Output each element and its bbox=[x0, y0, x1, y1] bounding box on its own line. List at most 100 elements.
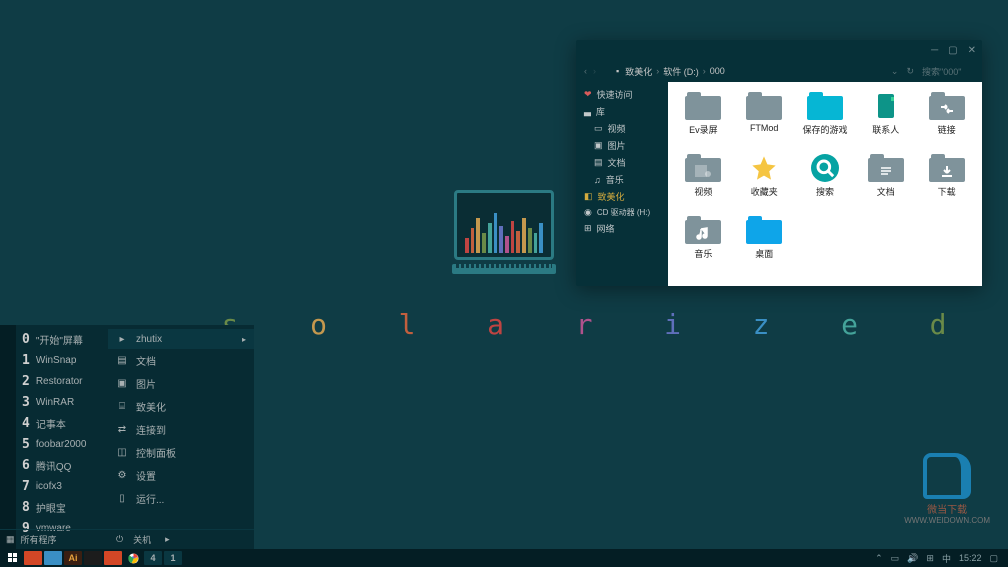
taskbar-num4[interactable]: 4 bbox=[144, 551, 162, 565]
file-item[interactable]: 下载 bbox=[917, 154, 976, 214]
breadcrumb-segment[interactable]: 致美化 bbox=[625, 65, 652, 78]
maximize-icon[interactable]: ▢ bbox=[948, 45, 957, 56]
file-item[interactable]: 音乐 bbox=[674, 216, 733, 276]
tray-notifications-icon[interactable]: ▢ bbox=[989, 553, 998, 564]
grid-icon: ▦ bbox=[6, 534, 15, 545]
item-number-icon: 3 bbox=[22, 395, 30, 410]
sidebar-videos[interactable]: ▭视频 bbox=[576, 120, 668, 137]
start-place-item[interactable]: ▸zhutix▸ bbox=[108, 329, 254, 349]
file-item[interactable]: FTMod bbox=[735, 92, 794, 152]
start-place-item[interactable]: ⚙设置 bbox=[108, 464, 254, 487]
start-recent-item[interactable]: 1WinSnap bbox=[16, 350, 108, 371]
file-explorer-window: ─ ▢ ✕ ‹ › ▪ 致美化›软件 (D:)›000 ⌄ ↻ 搜索"000" … bbox=[576, 40, 982, 286]
item-label: 记事本 bbox=[36, 416, 66, 431]
file-item[interactable]: 链接 bbox=[917, 92, 976, 152]
item-label: "开始"屏幕 bbox=[36, 332, 83, 347]
item-label: Restorator bbox=[36, 376, 83, 387]
tray-volume-icon[interactable]: 🔊 bbox=[907, 553, 918, 564]
file-label: 联系人 bbox=[872, 123, 899, 136]
sidebar-network[interactable]: ⊞网络 bbox=[576, 220, 668, 237]
tray-up-icon[interactable]: ⌃ bbox=[875, 553, 883, 564]
solarized-letter: i bbox=[643, 308, 703, 341]
search-input[interactable]: 搜索"000" bbox=[922, 65, 974, 78]
taskbar-chat[interactable] bbox=[84, 551, 102, 565]
watermark: 微当下载 WWW.WEIDOWN.COM bbox=[904, 453, 990, 525]
sidebar-quick-access[interactable]: ❤快速访问 bbox=[576, 86, 668, 103]
item-number-icon: 2 bbox=[22, 374, 30, 389]
sidebar-music[interactable]: ♫音乐 bbox=[576, 171, 668, 188]
solarized-letter: e bbox=[820, 308, 880, 341]
start-place-item[interactable]: ◫控制面板 bbox=[108, 441, 254, 464]
tray-battery-icon[interactable]: ▭ bbox=[891, 553, 900, 564]
minimize-icon[interactable]: ─ bbox=[931, 45, 938, 56]
sidebar-beautify[interactable]: ◧致美化 bbox=[576, 188, 668, 205]
file-item[interactable]: 搜索 bbox=[796, 154, 855, 214]
file-item[interactable]: 保存的游戏 bbox=[796, 92, 855, 152]
item-label: 连接到 bbox=[136, 422, 166, 437]
start-place-item[interactable]: ⌸致美化 bbox=[108, 395, 254, 418]
start-place-item[interactable]: ▤文档 bbox=[108, 349, 254, 372]
breadcrumb-segment[interactable]: 软件 (D:) bbox=[663, 65, 699, 78]
dropdown-icon[interactable]: ⌄ bbox=[891, 66, 899, 77]
start-recent-item[interactable]: 2 Restorator bbox=[16, 371, 108, 392]
file-item[interactable]: 桌面 bbox=[735, 216, 794, 276]
start-recent-item[interactable]: 0 "开始"屏幕 bbox=[16, 329, 108, 350]
sidebar-documents[interactable]: ▤文档 bbox=[576, 154, 668, 171]
close-icon[interactable]: ✕ bbox=[968, 45, 976, 56]
refresh-icon[interactable]: ↻ bbox=[906, 66, 914, 77]
start-recent-item[interactable]: 8护眼宝 bbox=[16, 497, 108, 518]
image-icon: ▣ bbox=[116, 378, 128, 390]
start-place-item[interactable]: ▯运行... bbox=[108, 487, 254, 510]
item-number-icon: 8 bbox=[22, 500, 30, 515]
start-menu-recent: 0 "开始"屏幕 1WinSnap 2 Restorator 3WinRAR 4 记事本 5fo… bbox=[16, 325, 108, 549]
sidebar-library[interactable]: ▃库 bbox=[576, 103, 668, 120]
taskbar-office[interactable] bbox=[24, 551, 42, 565]
taskbar-adobe[interactable]: Ai bbox=[64, 551, 82, 565]
forward-icon[interactable]: › bbox=[593, 66, 596, 76]
monitor-icon: ⌸ bbox=[116, 401, 128, 413]
item-number-icon: 0 bbox=[22, 332, 30, 347]
taskbar-start[interactable] bbox=[4, 551, 22, 565]
file-label: 搜索 bbox=[816, 185, 834, 198]
shutdown-label[interactable]: 关机 bbox=[133, 533, 151, 546]
taskbar-app1[interactable] bbox=[44, 551, 62, 565]
tray-clock[interactable]: 15:22 bbox=[959, 553, 982, 563]
file-label: 收藏夹 bbox=[751, 185, 778, 198]
item-number-icon: 5 bbox=[22, 437, 30, 452]
tray-network-icon[interactable]: ⊞ bbox=[926, 553, 934, 564]
breadcrumb[interactable]: 致美化›软件 (D:)›000 bbox=[625, 65, 725, 78]
tray-ime-icon[interactable]: 中 bbox=[942, 552, 951, 565]
taskbar-browser[interactable] bbox=[104, 551, 122, 565]
all-programs[interactable]: ▦ 所有程序 bbox=[0, 529, 108, 549]
breadcrumb-segment[interactable]: 000 bbox=[710, 66, 725, 76]
taskbar-pinned: Ai 41 bbox=[4, 551, 182, 565]
file-item[interactable]: 联系人 bbox=[856, 92, 915, 152]
file-label: 视频 bbox=[694, 185, 712, 198]
watermark-logo-icon bbox=[923, 453, 971, 499]
sidebar-pictures[interactable]: ▣图片 bbox=[576, 137, 668, 154]
start-recent-item[interactable]: 6腾讯QQ bbox=[16, 455, 108, 476]
file-item[interactable]: 收藏夹 bbox=[735, 154, 794, 214]
start-place-item[interactable]: ▣图片 bbox=[108, 372, 254, 395]
system-tray: ⌃ ▭ 🔊 ⊞ 中 15:22 ▢ bbox=[875, 552, 1004, 565]
file-item[interactable]: 文档 bbox=[856, 154, 915, 214]
sidebar-cd-drive[interactable]: ◉CD 驱动器 (H:) bbox=[576, 205, 668, 220]
taskbar-num1[interactable]: 1 bbox=[164, 551, 182, 565]
start-recent-item[interactable]: 5foobar2000 bbox=[16, 434, 108, 455]
start-place-item[interactable]: ⇄连接到 bbox=[108, 418, 254, 441]
file-item[interactable]: Ev录屏 bbox=[674, 92, 733, 152]
item-number-icon: 4 bbox=[22, 416, 30, 431]
start-recent-item[interactable]: 3WinRAR bbox=[16, 392, 108, 413]
start-recent-item[interactable]: 4 记事本 bbox=[16, 413, 108, 434]
all-programs-label: 所有程序 bbox=[21, 533, 57, 546]
file-item[interactable]: 视频 bbox=[674, 154, 733, 214]
shutdown-arrow-icon[interactable]: ▸ bbox=[165, 534, 170, 545]
start-recent-item[interactable]: 7icofx3 bbox=[16, 476, 108, 497]
power-icon[interactable]: ⏻ bbox=[116, 534, 123, 545]
taskbar-chrome[interactable] bbox=[124, 551, 142, 565]
file-label: 保存的游戏 bbox=[802, 123, 847, 136]
back-icon[interactable]: ‹ bbox=[584, 66, 587, 76]
solarized-letter: o bbox=[289, 308, 349, 341]
watermark-url: WWW.WEIDOWN.COM bbox=[904, 516, 990, 525]
solarized-letter: a bbox=[466, 308, 526, 341]
